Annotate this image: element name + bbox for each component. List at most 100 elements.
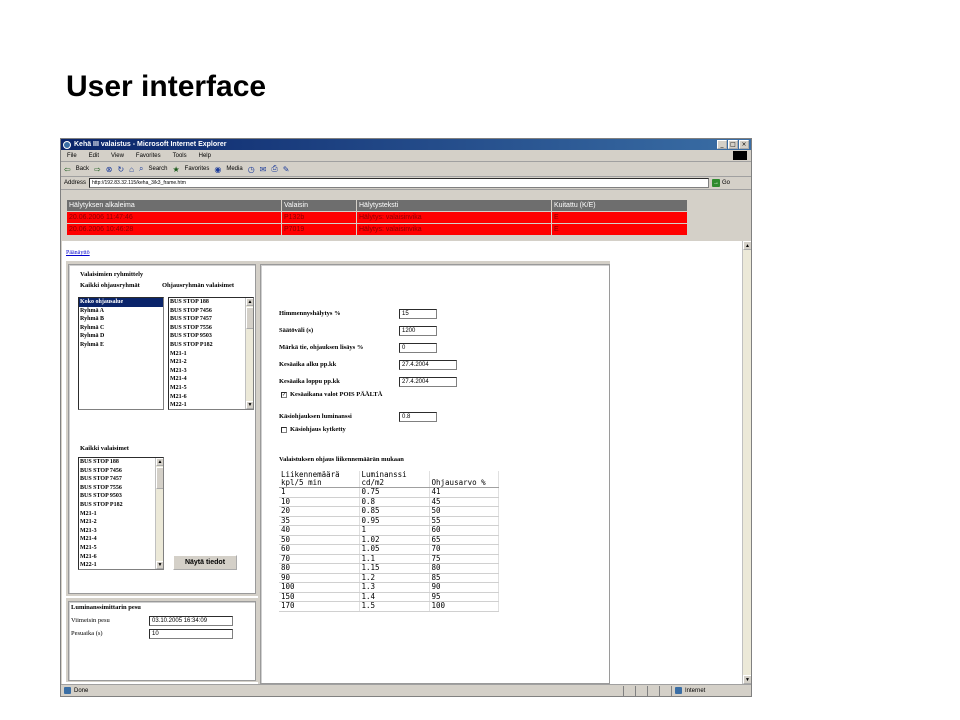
list-item[interactable]: BUS STOP 7456 bbox=[169, 307, 253, 316]
list-item[interactable]: M21-4 bbox=[169, 375, 253, 384]
list-item[interactable]: M21-2 bbox=[79, 518, 163, 527]
menu-help[interactable]: Help bbox=[193, 153, 217, 159]
mail-icon[interactable]: ✉ bbox=[260, 165, 267, 174]
status-bar: Done Internet bbox=[61, 684, 751, 696]
list-item[interactable]: Ryhmä C bbox=[79, 324, 163, 333]
traffic-cell: 0.75 bbox=[359, 487, 430, 498]
globe-icon bbox=[675, 687, 682, 694]
list-item[interactable]: M21-5 bbox=[169, 384, 253, 393]
favorites-star-icon[interactable]: ★ bbox=[173, 165, 180, 174]
scroll-down-icon[interactable]: ▼ bbox=[156, 561, 163, 569]
manual-lum-field[interactable]: 0.8 bbox=[399, 412, 437, 422]
minimize-button[interactable]: _ bbox=[717, 140, 727, 149]
list-item[interactable]: Ryhmä E bbox=[79, 341, 163, 350]
list-item[interactable]: M21-1 bbox=[79, 510, 163, 519]
list-item[interactable]: BUS STOP 188 bbox=[169, 298, 253, 307]
scroll-thumb[interactable] bbox=[246, 307, 253, 329]
scroll-down-icon[interactable]: ▼ bbox=[246, 401, 253, 409]
summer-off-checkbox[interactable]: ✓ bbox=[281, 392, 287, 398]
list-item[interactable]: Ryhmä A bbox=[79, 307, 163, 316]
page-scrollbar[interactable]: ▲ ▼ bbox=[742, 241, 751, 684]
list-item[interactable]: M22-1 bbox=[169, 401, 253, 409]
home-icon[interactable]: ⌂ bbox=[129, 165, 134, 174]
menu-tools[interactable]: Tools bbox=[167, 153, 193, 159]
grouping-panel: Valaisimien ryhmittely Kaikki ohjausryhm… bbox=[68, 264, 256, 594]
summer-start-field[interactable]: 27.4.2004 bbox=[399, 360, 457, 370]
address-input[interactable]: http://192.83.32.115/keha_3/k3_frame.htm bbox=[89, 178, 710, 188]
alarm-row[interactable]: 20.06.2006 10:46:28 P7019 Hälytys: valai… bbox=[66, 223, 688, 236]
list-item[interactable]: M21-5 bbox=[79, 544, 163, 553]
media-icon[interactable]: ◉ bbox=[214, 165, 221, 174]
favorites-button[interactable]: Favorites bbox=[185, 166, 210, 172]
all-lamps-listbox[interactable]: BUS STOP 188 BUS STOP 7456 BUS STOP 7457 BU… bbox=[78, 457, 164, 570]
windows-flag-icon bbox=[733, 151, 747, 160]
list-item[interactable]: Ryhmä D bbox=[79, 332, 163, 341]
list-item[interactable]: M21-3 bbox=[169, 367, 253, 376]
forward-arrow-icon[interactable]: ⇨ bbox=[94, 165, 101, 174]
go-button[interactable]: Go bbox=[722, 180, 730, 186]
alarm-cell: E bbox=[551, 223, 688, 236]
group-lamps-scrollbar[interactable]: ▲ ▼ bbox=[245, 298, 253, 409]
show-details-button[interactable]: Näytä tiedot bbox=[173, 555, 237, 570]
home-link[interactable]: Päänäyttö bbox=[66, 250, 90, 256]
interval-field[interactable]: 1200 bbox=[399, 326, 437, 336]
list-item[interactable]: M21-6 bbox=[169, 393, 253, 402]
grouping-title: Valaisimien ryhmittely bbox=[80, 271, 144, 278]
list-item[interactable]: M21-6 bbox=[79, 553, 163, 562]
last-wash-field[interactable]: 03.10.2005 16:34:09 bbox=[149, 616, 233, 626]
alarm-row[interactable]: 20.06.2006 11:47:46 P132b Hälytys: valai… bbox=[66, 211, 688, 224]
list-item[interactable]: BUS STOP 7556 bbox=[79, 484, 163, 493]
menu-file[interactable]: File bbox=[61, 153, 83, 159]
scroll-down-icon[interactable]: ▼ bbox=[743, 675, 751, 684]
wet-road-field[interactable]: 0 bbox=[399, 343, 437, 353]
list-item[interactable]: M21-1 bbox=[169, 350, 253, 359]
status-text: Done bbox=[74, 687, 89, 694]
back-button[interactable]: Back bbox=[76, 166, 89, 172]
list-item[interactable]: BUS STOP 7457 bbox=[169, 315, 253, 324]
list-item[interactable]: BUS STOP 7556 bbox=[169, 324, 253, 333]
group-lamps-listbox[interactable]: BUS STOP 188 BUS STOP 7456 BUS STOP 7457 BU… bbox=[168, 297, 254, 410]
list-item[interactable]: BUS STOP P182 bbox=[169, 341, 253, 350]
scroll-thumb[interactable] bbox=[156, 467, 163, 489]
history-icon[interactable]: ◷ bbox=[248, 165, 255, 174]
all-lamps-scrollbar[interactable]: ▲ ▼ bbox=[155, 458, 163, 569]
scroll-up-icon[interactable]: ▲ bbox=[246, 298, 253, 306]
search-button[interactable]: Search bbox=[148, 166, 167, 172]
list-item[interactable]: BUS STOP 9503 bbox=[169, 332, 253, 341]
menu-favorites[interactable]: Favorites bbox=[130, 153, 167, 159]
refresh-icon[interactable]: ↻ bbox=[117, 165, 124, 174]
list-item[interactable]: M21-4 bbox=[79, 535, 163, 544]
list-item[interactable]: M21-3 bbox=[79, 527, 163, 536]
scroll-up-icon[interactable]: ▲ bbox=[156, 458, 163, 466]
menu-edit[interactable]: Edit bbox=[83, 153, 105, 159]
traffic-row: 100 1.3 90 bbox=[279, 582, 499, 593]
stop-icon[interactable]: ⊗ bbox=[106, 165, 113, 174]
scroll-up-icon[interactable]: ▲ bbox=[743, 241, 751, 250]
summer-end-field[interactable]: 27.4.2004 bbox=[399, 377, 457, 387]
print-icon[interactable]: ⎙ bbox=[271, 164, 277, 174]
traffic-cell: 0.85 bbox=[359, 506, 430, 517]
media-button[interactable]: Media bbox=[226, 166, 242, 172]
edit-icon[interactable]: ✎ bbox=[283, 165, 290, 174]
list-item[interactable]: BUS STOP 7456 bbox=[79, 467, 163, 476]
wash-time-field[interactable]: 10 bbox=[149, 629, 233, 639]
menu-view[interactable]: View bbox=[105, 153, 130, 159]
groups-listbox[interactable]: Koko ohjausalue Ryhmä A Ryhmä B Ryhmä C Ryhm… bbox=[78, 297, 164, 410]
close-button[interactable]: × bbox=[739, 140, 749, 149]
list-item[interactable]: BUS STOP P182 bbox=[79, 501, 163, 510]
list-item[interactable]: Ryhmä B bbox=[79, 315, 163, 324]
search-icon[interactable]: ⌕ bbox=[139, 164, 143, 174]
manual-enabled-checkbox[interactable] bbox=[281, 427, 287, 433]
dim-alarm-field[interactable]: 15 bbox=[399, 309, 437, 319]
list-item[interactable]: BUS STOP 188 bbox=[79, 458, 163, 467]
back-arrow-icon[interactable]: ⇦ bbox=[64, 165, 71, 174]
traffic-row: 90 1.2 85 bbox=[279, 573, 499, 583]
list-item[interactable]: M22-1 bbox=[79, 561, 163, 569]
maximize-button[interactable]: □ bbox=[728, 140, 738, 149]
list-item[interactable]: Koko ohjausalue bbox=[79, 298, 163, 307]
group-lamps-label: Ohjausryhmän valaisimet bbox=[162, 282, 235, 289]
go-arrow-icon[interactable]: → bbox=[712, 179, 721, 187]
list-item[interactable]: BUS STOP 9503 bbox=[79, 492, 163, 501]
list-item[interactable]: BUS STOP 7457 bbox=[79, 475, 163, 484]
list-item[interactable]: M21-2 bbox=[169, 358, 253, 367]
